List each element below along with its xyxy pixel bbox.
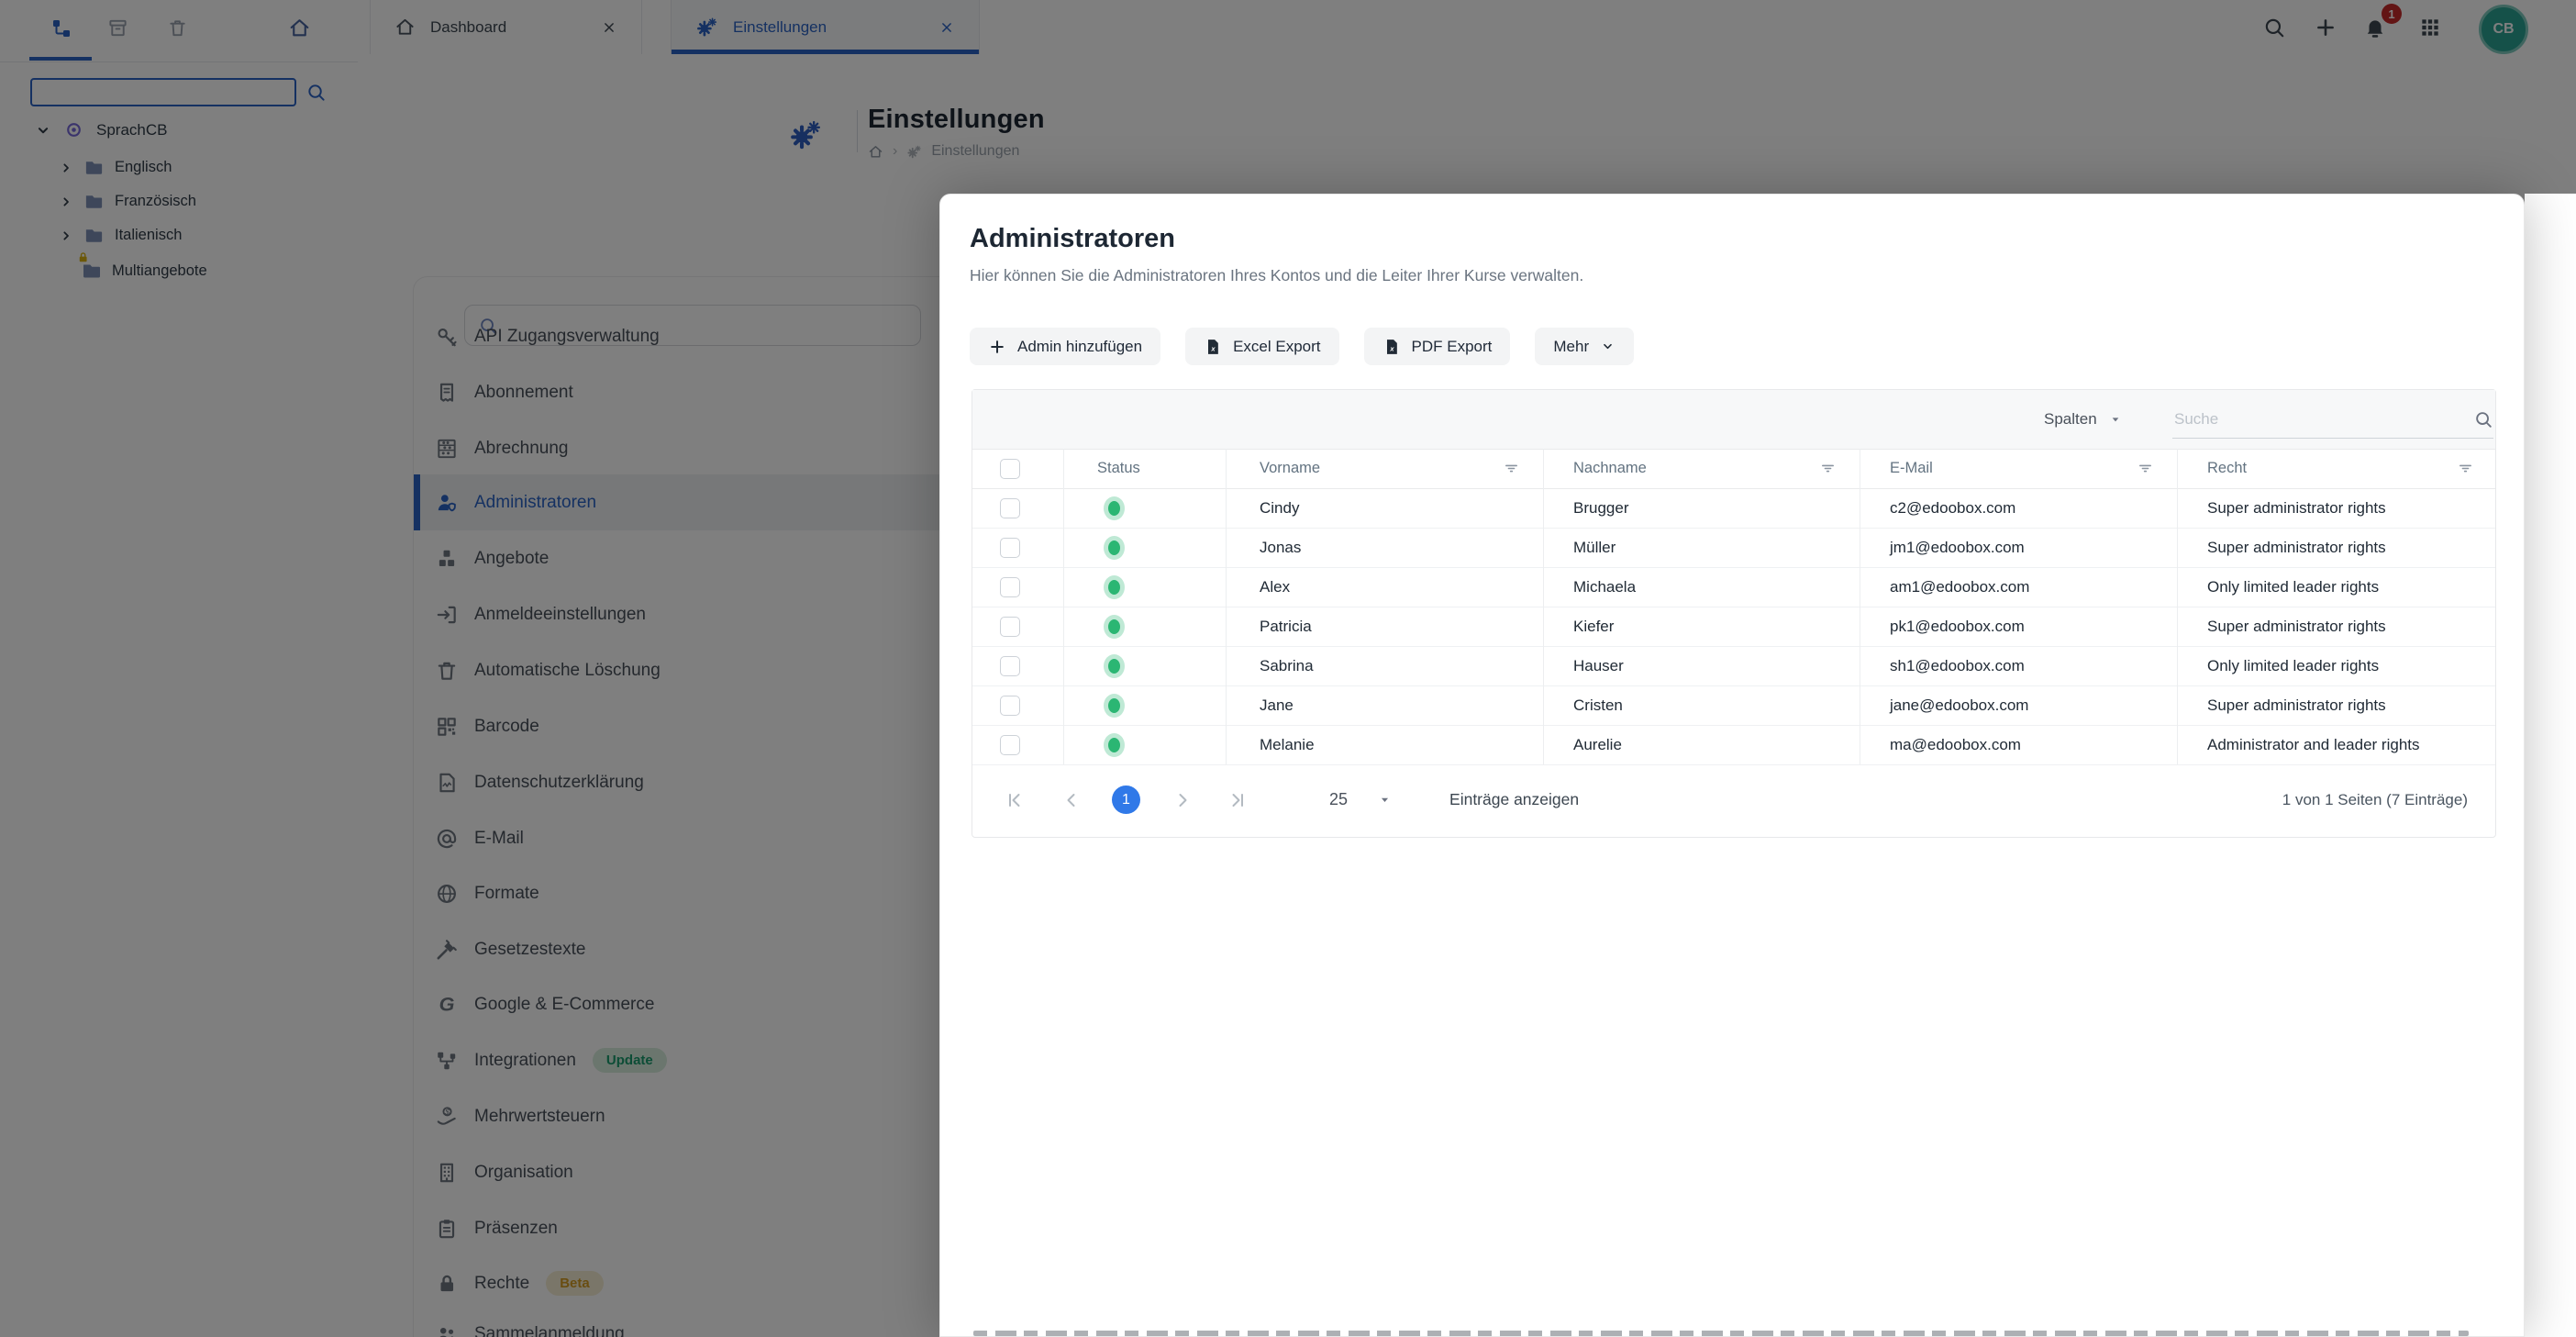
row-checkbox[interactable]: [1000, 538, 1020, 558]
filter-icon[interactable]: [1818, 459, 1838, 478]
cell-nachname: Cristen: [1544, 685, 1860, 725]
cell-email: jane@edoobox.com: [1860, 685, 2178, 725]
drawer-title: Administratoren: [970, 224, 1175, 254]
table-search-field: [2172, 401, 2493, 439]
cell-recht: Super administrator rights: [2178, 528, 2497, 567]
row-checkbox[interactable]: [1000, 617, 1020, 637]
drawer-actions: Admin hinzufügen x Excel Export x PDF Ex…: [970, 328, 1634, 365]
button-label: PDF Export: [1412, 338, 1493, 356]
cell-email: pk1@edoobox.com: [1860, 607, 2178, 646]
column-header-recht: Recht: [2207, 460, 2247, 477]
page-size-value[interactable]: 25: [1329, 790, 1348, 809]
pagination-bar: 1 25 Einträge anzeigen 1 von 1 Seiten (7…: [972, 763, 2495, 837]
table-row: Sabrina Hauser sh1@edoobox.com Only limi…: [972, 646, 2495, 686]
prev-page-icon[interactable]: [1060, 789, 1083, 811]
button-label: Admin hinzufügen: [1017, 338, 1142, 356]
cell-recht: Super administrator rights: [2178, 607, 2497, 646]
columns-label: Spalten: [2044, 410, 2097, 429]
cell-email: jm1@edoobox.com: [1860, 528, 2178, 567]
filter-icon[interactable]: [1502, 459, 1521, 478]
cell-email: am1@edoobox.com: [1860, 567, 2178, 607]
pdf-export-button[interactable]: x PDF Export: [1364, 328, 1511, 365]
status-active-dot: [1108, 659, 1120, 674]
cell-nachname: Aurelie: [1544, 725, 1860, 764]
columns-dropdown[interactable]: Spalten: [2044, 390, 2123, 449]
cell-email: ma@edoobox.com: [1860, 725, 2178, 764]
more-button[interactable]: Mehr: [1535, 328, 1634, 365]
column-header-vorname: Vorname: [1260, 460, 1320, 477]
add-admin-button[interactable]: Admin hinzufügen: [970, 328, 1160, 365]
filter-icon[interactable]: [2136, 459, 2155, 478]
app-root: SprachCB Englisch Französisch Italienisc…: [0, 0, 2576, 1337]
table-row: Cindy Brugger c2@edoobox.com Super admin…: [972, 488, 2495, 529]
clipped-text-strip: [973, 1331, 2469, 1336]
drawer-subtitle: Hier können Sie die Administratoren Ihre…: [970, 266, 1583, 285]
status-active-dot: [1108, 698, 1120, 713]
administrators-drawer: Administratoren Hier können Sie die Admi…: [939, 194, 2525, 1337]
select-all-checkbox[interactable]: [1000, 459, 1020, 479]
cell-vorname: Jonas: [1227, 528, 1544, 567]
cell-recht: Super administrator rights: [2178, 685, 2497, 725]
cell-vorname: Patricia: [1227, 607, 1544, 646]
caret-down-icon[interactable]: [1377, 792, 1393, 808]
cell-vorname: Jane: [1227, 685, 1544, 725]
excel-export-button[interactable]: x Excel Export: [1185, 328, 1338, 365]
cell-vorname: Alex: [1227, 567, 1544, 607]
cell-email: c2@edoobox.com: [1860, 488, 2178, 528]
drawer-gutter: [2525, 194, 2576, 1337]
table-row: Jonas Müller jm1@edoobox.com Super admin…: [972, 528, 2495, 568]
page-size-label: Einträge anzeigen: [1449, 790, 1579, 809]
table-row: Melanie Aurelie ma@edoobox.com Administr…: [972, 725, 2495, 765]
excel-file-icon: x: [1204, 338, 1222, 356]
cell-vorname: Cindy: [1227, 488, 1544, 528]
svg-text:x: x: [1210, 344, 1216, 352]
cell-recht: Administrator and leader rights: [2178, 725, 2497, 764]
last-page-icon[interactable]: [1227, 789, 1249, 811]
button-label: Mehr: [1553, 338, 1589, 356]
cell-nachname: Müller: [1544, 528, 1860, 567]
status-active-dot: [1108, 738, 1120, 752]
cell-nachname: Michaela: [1544, 567, 1860, 607]
column-header-email: E-Mail: [1890, 460, 1933, 477]
row-checkbox[interactable]: [1000, 735, 1020, 755]
cell-vorname: Sabrina: [1227, 646, 1544, 685]
cell-recht: Only limited leader rights: [2178, 567, 2497, 607]
table-row: Jane Cristen jane@edoobox.com Super admi…: [972, 685, 2495, 726]
admins-table-card: Spalten Status Vorname Nachname E-Mail R…: [972, 389, 2496, 838]
status-active-dot: [1108, 580, 1120, 595]
cell-recht: Super administrator rights: [2178, 488, 2497, 528]
table-toolbar: Spalten: [972, 390, 2495, 450]
plus-icon: [988, 338, 1006, 356]
cell-vorname: Melanie: [1227, 725, 1544, 764]
row-checkbox[interactable]: [1000, 577, 1020, 597]
cell-email: sh1@edoobox.com: [1860, 646, 2178, 685]
page-number-button[interactable]: 1: [1112, 785, 1140, 814]
row-checkbox[interactable]: [1000, 656, 1020, 676]
button-label: Excel Export: [1233, 338, 1320, 356]
column-header-status: Status: [1097, 460, 1140, 477]
chevron-down-icon: [1600, 339, 1616, 354]
next-page-icon[interactable]: [1171, 789, 1194, 811]
status-active-dot: [1108, 619, 1120, 634]
cell-nachname: Brugger: [1544, 488, 1860, 528]
caret-down-icon: [2108, 412, 2123, 427]
pdf-file-icon: x: [1382, 338, 1401, 356]
cell-recht: Only limited leader rights: [2178, 646, 2497, 685]
filter-icon[interactable]: [2456, 459, 2475, 478]
cell-nachname: Kiefer: [1544, 607, 1860, 646]
cell-nachname: Hauser: [1544, 646, 1860, 685]
row-checkbox[interactable]: [1000, 498, 1020, 518]
pagination-summary: 1 von 1 Seiten (7 Einträge): [2282, 791, 2468, 809]
status-active-dot: [1108, 540, 1120, 555]
table-header-row: Status Vorname Nachname E-Mail Recht: [972, 449, 2495, 489]
row-checkbox[interactable]: [1000, 696, 1020, 716]
first-page-icon[interactable]: [1004, 789, 1026, 811]
table-row: Patricia Kiefer pk1@edoobox.com Super ad…: [972, 607, 2495, 647]
svg-text:x: x: [1389, 344, 1394, 352]
column-header-nachname: Nachname: [1573, 460, 1647, 477]
search-icon[interactable]: [2473, 409, 2493, 429]
table-row: Alex Michaela am1@edoobox.com Only limit…: [972, 567, 2495, 607]
status-active-dot: [1108, 501, 1120, 516]
table-search-input[interactable]: [2172, 409, 2473, 429]
